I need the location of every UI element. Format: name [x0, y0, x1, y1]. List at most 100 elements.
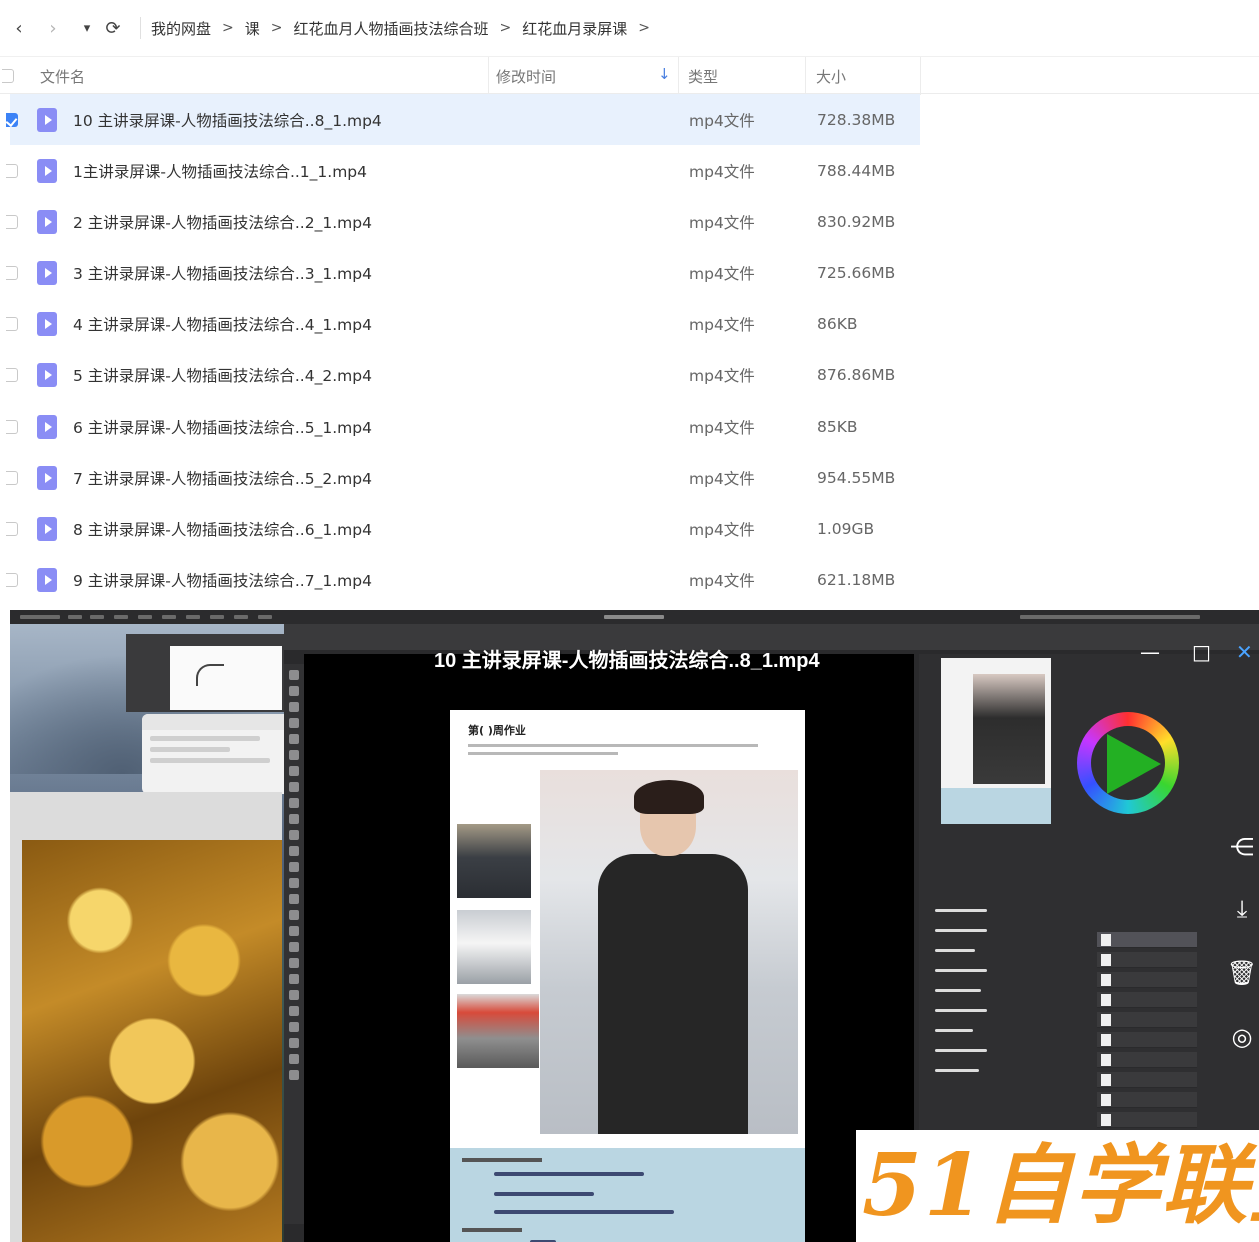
share-icon[interactable]: ⋲	[1227, 830, 1257, 864]
file-size: 876.86MB	[817, 366, 896, 385]
file-name[interactable]: 8 主讲录屏课-人物插画技法综合..6_1.mp4	[73, 504, 372, 555]
gold-ingots-image	[22, 840, 282, 1242]
breadcrumb-item-class[interactable]: 红花血月人物插画技法综合班	[294, 18, 489, 39]
file-type: mp4文件	[689, 521, 755, 539]
table-header: 文件名 修改时间 ↓ 类型 大小	[0, 56, 1259, 95]
sort-descending-icon[interactable]: ↓	[658, 65, 671, 83]
file-name[interactable]: 10 主讲录屏课-人物插画技法综合..8_1.mp4	[73, 94, 382, 145]
column-header-modified[interactable]: 修改时间	[496, 57, 678, 95]
download-icon[interactable]: ⤓	[1227, 892, 1257, 926]
video-file-icon	[37, 145, 57, 196]
forward-icon[interactable]: ›	[40, 15, 66, 41]
file-name[interactable]: 6 主讲录屏课-人物插画技法综合..5_1.mp4	[73, 401, 372, 452]
column-header-size[interactable]: 大小	[816, 57, 920, 95]
homework-document: 第( )周作业	[450, 710, 805, 1242]
file-name[interactable]: 1主讲录屏课-人物插画技法综合..1_1.mp4	[73, 145, 367, 196]
file-size: 830.92MB	[817, 212, 896, 231]
row-checkbox[interactable]	[6, 299, 18, 350]
breadcrumb-separator: >	[222, 20, 234, 36]
video-file-icon	[37, 401, 57, 452]
video-file-icon	[37, 504, 57, 555]
minimize-icon[interactable]: —	[1140, 640, 1160, 664]
preview-title: 10 主讲录屏课-人物插画技法综合..8_1.mp4	[434, 650, 820, 672]
file-name[interactable]: 7 主讲录屏课-人物插画技法综合..5_2.mp4	[73, 452, 372, 503]
file-name[interactable]: 2 主讲录屏课-人物插画技法综合..2_1.mp4	[73, 196, 372, 247]
file-type: mp4文件	[689, 418, 755, 437]
figure-hair	[634, 780, 704, 814]
select-all-checkbox[interactable]	[2, 57, 20, 95]
row-checkbox[interactable]	[6, 248, 18, 299]
character-illustration	[540, 770, 798, 1134]
column-header-type[interactable]: 类型	[688, 57, 804, 95]
delete-icon[interactable]: 🗑	[1227, 956, 1257, 990]
video-file-icon	[37, 248, 57, 299]
file-size: 725.66MB	[817, 264, 896, 283]
file-name[interactable]: 9 主讲录屏课-人物插画技法综合..7_1.mp4	[73, 555, 372, 606]
file-list: 10 主讲录屏课-人物插画技法综合..8_1.mp4 mp4文件 728.38M…	[0, 94, 1259, 606]
table-row[interactable]: 9 主讲录屏课-人物插画技法综合..7_1.mp4 mp4文件 621.18MB	[0, 555, 1259, 606]
column-divider	[920, 57, 921, 95]
photoshop-toolbar	[284, 664, 304, 1224]
row-checkbox[interactable]	[6, 401, 18, 452]
breadcrumb-item-course[interactable]: 课	[245, 18, 260, 39]
file-size: 85KB	[817, 417, 858, 436]
breadcrumb-separator: >	[270, 20, 283, 36]
file-size: 621.18MB	[817, 571, 896, 590]
row-checkbox[interactable]	[6, 555, 18, 606]
breadcrumb-item-my-drive[interactable]: 我的网盘	[151, 18, 211, 39]
screen-menubar	[10, 610, 1259, 624]
table-row[interactable]: 1主讲录屏课-人物插画技法综合..1_1.mp4 mp4文件 788.44MB	[0, 145, 1259, 196]
navigation-bar: ‹ › ▾ ⟳ 我的网盘 > 课 > 红花血月人物插画技法综合班 > 红花血月录…	[0, 0, 1259, 56]
watermark-logo: 51自学联盟	[856, 1130, 1259, 1242]
close-icon[interactable]: ✕	[1236, 640, 1253, 664]
row-checkbox[interactable]	[6, 94, 18, 145]
reference-photo-station	[457, 994, 539, 1068]
file-size: 728.38MB	[817, 110, 896, 129]
column-divider	[805, 57, 806, 95]
table-row[interactable]: 2 主讲录屏课-人物插画技法综合..2_1.mp4 mp4文件 830.92MB	[0, 196, 1259, 247]
row-checkbox[interactable]	[6, 145, 18, 196]
file-table: 文件名 修改时间 ↓ 类型 大小 10 主讲录屏课-人物插画技法综合..8_1.…	[0, 56, 1259, 606]
photoshop-canvas: 第( )周作业	[304, 654, 914, 1242]
back-icon[interactable]: ‹	[6, 15, 32, 41]
table-row[interactable]: 7 主讲录屏课-人物插画技法综合..5_2.mp4 mp4文件 954.55MB	[0, 452, 1259, 503]
row-checkbox[interactable]	[6, 452, 18, 503]
file-name[interactable]: 4 主讲录屏课-人物插画技法综合..4_1.mp4	[73, 299, 372, 350]
video-preview-player[interactable]: 第( )周作业 10 主讲录屏课-人物插画技法综合..8_1.mp4 — □ ✕…	[10, 610, 1259, 1242]
breadcrumb-separator: >	[499, 20, 512, 36]
video-file-icon	[37, 555, 57, 606]
file-size: 1.09GB	[817, 520, 875, 538]
row-checkbox[interactable]	[6, 350, 18, 401]
file-type: mp4文件	[689, 265, 755, 284]
maximize-icon[interactable]: □	[1192, 640, 1211, 664]
document-title: 第( )周作业	[468, 724, 526, 737]
table-row[interactable]: 3 主讲录屏课-人物插画技法综合..3_1.mp4 mp4文件 725.66MB	[0, 248, 1259, 299]
table-row[interactable]: 10 主讲录屏课-人物插画技法综合..8_1.mp4 mp4文件 728.38M…	[0, 94, 1259, 145]
video-file-icon	[37, 452, 57, 503]
table-row[interactable]: 4 主讲录屏课-人物插画技法综合..4_1.mp4 mp4文件 86KB	[0, 299, 1259, 350]
refresh-icon[interactable]: ⟳	[100, 15, 126, 41]
video-file-icon	[37, 196, 57, 247]
breadcrumb: 我的网盘 > 课 > 红花血月人物插画技法综合班 > 红花血月录屏课 >	[151, 18, 661, 39]
reference-photo-suv	[457, 824, 531, 898]
history-dropdown-icon[interactable]: ▾	[74, 15, 100, 41]
table-row[interactable]: 5 主讲录屏课-人物插画技法综合..4_2.mp4 mp4文件 876.86MB	[0, 350, 1259, 401]
watermark-text: 51自学联盟	[862, 1135, 1259, 1236]
column-header-name[interactable]: 文件名	[40, 57, 490, 95]
row-checkbox[interactable]	[6, 504, 18, 555]
file-name[interactable]: 5 主讲录屏课-人物插画技法综合..4_2.mp4	[73, 350, 372, 401]
file-type: mp4文件	[689, 469, 755, 488]
file-type: mp4文件	[689, 572, 755, 591]
reference-photo-car	[457, 910, 531, 984]
table-row[interactable]: 8 主讲录屏课-人物插画技法综合..6_1.mp4 mp4文件 1.09GB	[0, 504, 1259, 555]
more-icon[interactable]: ◎	[1227, 1020, 1257, 1054]
nav-divider	[140, 17, 141, 39]
file-size: 86KB	[817, 315, 858, 334]
video-file-icon	[37, 299, 57, 350]
table-row[interactable]: 6 主讲录屏课-人物插画技法综合..5_1.mp4 mp4文件 85KB	[0, 401, 1259, 452]
file-name[interactable]: 3 主讲录屏课-人物插画技法综合..3_1.mp4	[73, 248, 372, 299]
reference-image-panel	[10, 792, 282, 1242]
column-divider	[488, 57, 489, 95]
row-checkbox[interactable]	[6, 196, 18, 247]
breadcrumb-item-recordings[interactable]: 红花血月录屏课	[522, 18, 627, 39]
